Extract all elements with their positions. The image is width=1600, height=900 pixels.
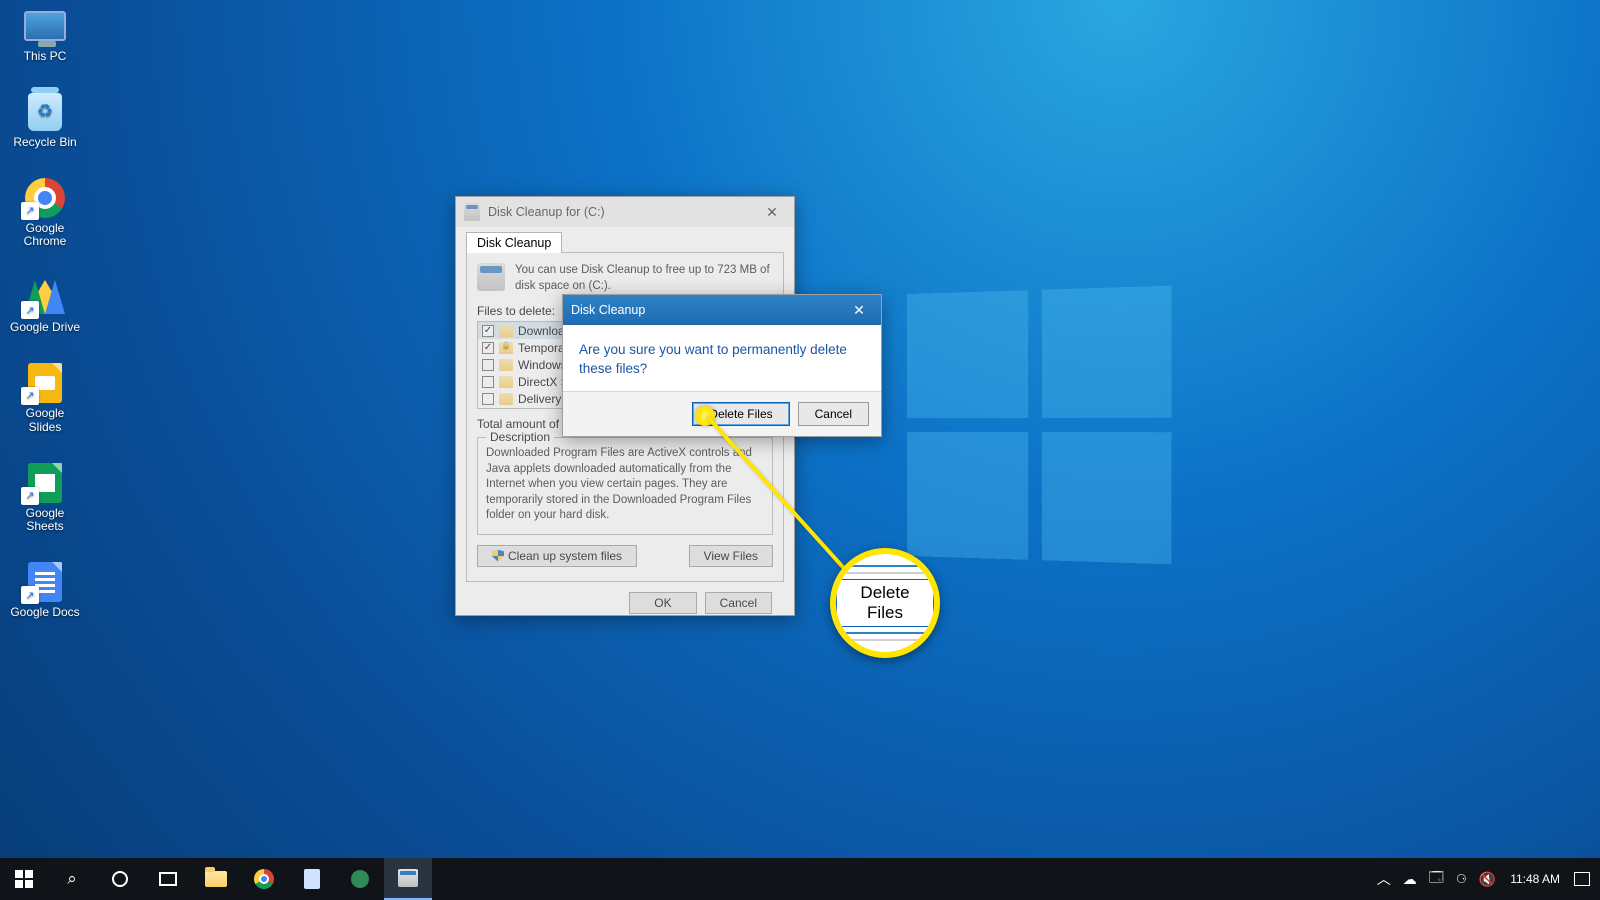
tab-disk-cleanup[interactable]: Disk Cleanup bbox=[466, 232, 562, 253]
info-text: You can use Disk Cleanup to free up to 7… bbox=[515, 263, 773, 294]
checkbox[interactable] bbox=[482, 393, 494, 405]
desktop-icon-label: Google Docs bbox=[8, 606, 82, 620]
description-group: Description Downloaded Program Files are… bbox=[477, 437, 773, 535]
checkbox[interactable]: ✓ bbox=[482, 325, 494, 337]
desktop-icon-gsheets[interactable]: ↗ Google Sheets bbox=[8, 463, 82, 535]
taskbar-clock[interactable]: 11:48 AM bbox=[1510, 872, 1560, 886]
desktop-icon-label: Recycle Bin bbox=[8, 136, 82, 150]
start-button[interactable] bbox=[0, 858, 48, 900]
titlebar[interactable]: Disk Cleanup ✕ bbox=[563, 295, 881, 325]
description-text: Downloaded Program Files are ActiveX con… bbox=[486, 446, 764, 524]
task-view-button[interactable] bbox=[144, 858, 192, 900]
desktop-icon-gdrive[interactable]: ↗ Google Drive bbox=[8, 277, 82, 335]
confirm-delete-dialog: Disk Cleanup ✕ Are you sure you want to … bbox=[562, 294, 882, 437]
windows-logo-wallpaper bbox=[907, 286, 1171, 565]
checkbox[interactable] bbox=[482, 376, 494, 388]
desktop-icon-chrome[interactable]: ↗ Google Chrome bbox=[8, 178, 82, 250]
tray-chevron-up-icon[interactable]: ︿ bbox=[1377, 869, 1391, 889]
network-icon[interactable]: ⚆ bbox=[1456, 872, 1467, 886]
magnified-delete-files-label: Delete Files bbox=[836, 579, 934, 627]
circle-icon bbox=[112, 871, 128, 887]
close-button[interactable]: ✕ bbox=[750, 197, 794, 227]
system-tray[interactable]: ︿ ☁ 🗔 ⚆ 🔇 bbox=[1377, 867, 1496, 891]
cortana-button[interactable] bbox=[96, 858, 144, 900]
close-button[interactable]: ✕ bbox=[837, 295, 881, 325]
desktop-icon-label: Google Sheets bbox=[8, 507, 82, 535]
desktop-icon-label: This PC bbox=[8, 50, 82, 64]
volume-icon[interactable]: 🔇 bbox=[1479, 871, 1496, 888]
callout-magnifier: Delete Files bbox=[830, 548, 940, 658]
shortcut-arrow-icon: ↗ bbox=[21, 586, 39, 604]
shortcut-arrow-icon: ↗ bbox=[21, 487, 39, 505]
cancel-button[interactable]: Cancel bbox=[705, 592, 772, 614]
window-title: Disk Cleanup for (C:) bbox=[488, 205, 605, 219]
shield-icon bbox=[492, 550, 504, 562]
taskbar: ⌕ ︿ ☁ 🗔 ⚆ 🔇 11:48 AM bbox=[0, 858, 1600, 900]
windows-logo-icon bbox=[15, 870, 33, 888]
onedrive-icon[interactable]: ☁ bbox=[1403, 871, 1417, 888]
folder-icon bbox=[499, 376, 513, 388]
desktop-icon-gdocs[interactable]: ↗ Google Docs bbox=[8, 562, 82, 620]
file-explorer-icon bbox=[205, 871, 227, 887]
desktop-icon-label: Google Drive bbox=[8, 321, 82, 335]
folder-icon bbox=[499, 359, 513, 371]
confirm-message: Are you sure you want to permanently del… bbox=[563, 325, 881, 391]
disk-cleanup-icon bbox=[464, 204, 480, 220]
action-center-button[interactable] bbox=[1574, 872, 1590, 886]
pc-icon bbox=[24, 11, 66, 41]
desktop-icons: This PC ♻ Recycle Bin ↗ Google Chrome ↗ … bbox=[8, 6, 88, 648]
taskbar-app-generic[interactable] bbox=[336, 858, 384, 900]
taskbar-app-notepad[interactable] bbox=[288, 858, 336, 900]
view-files-button[interactable]: View Files bbox=[689, 545, 773, 567]
recycle-bin-icon: ♻ bbox=[28, 93, 62, 131]
folder-icon bbox=[499, 325, 513, 337]
disk-cleanup-icon bbox=[398, 869, 418, 887]
clean-system-files-button[interactable]: Clean up system files bbox=[477, 545, 637, 567]
window-title: Disk Cleanup bbox=[571, 303, 645, 317]
shortcut-arrow-icon: ↗ bbox=[21, 387, 39, 405]
shortcut-arrow-icon: ↗ bbox=[21, 202, 39, 220]
notepad-icon bbox=[304, 869, 320, 889]
cancel-button[interactable]: Cancel bbox=[798, 402, 869, 426]
chrome-icon bbox=[254, 869, 274, 889]
desktop-icon-recycle-bin[interactable]: ♻ Recycle Bin bbox=[8, 92, 82, 150]
app-icon bbox=[351, 870, 369, 888]
checkbox[interactable]: ✓ bbox=[482, 342, 494, 354]
titlebar[interactable]: Disk Cleanup for (C:) ✕ bbox=[456, 197, 794, 227]
desktop-icon-label: Google Chrome bbox=[8, 222, 82, 250]
taskbar-app-chrome[interactable] bbox=[240, 858, 288, 900]
ok-button[interactable]: OK bbox=[629, 592, 696, 614]
drive-icon bbox=[477, 263, 505, 291]
battery-icon[interactable]: 🗔 bbox=[1429, 867, 1444, 891]
folder-icon bbox=[499, 393, 513, 405]
desktop-icon-label: Google Slides bbox=[8, 407, 82, 435]
shortcut-arrow-icon: ↗ bbox=[21, 301, 39, 319]
folder-locked-icon bbox=[499, 342, 513, 354]
desktop-icon-gslides[interactable]: ↗ Google Slides bbox=[8, 363, 82, 435]
taskbar-app-disk-cleanup[interactable] bbox=[384, 858, 432, 900]
checkbox[interactable] bbox=[482, 359, 494, 371]
task-view-icon bbox=[159, 872, 177, 886]
taskbar-app-explorer[interactable] bbox=[192, 858, 240, 900]
search-button[interactable]: ⌕ bbox=[48, 858, 96, 900]
description-legend: Description bbox=[486, 430, 554, 444]
desktop-icon-this-pc[interactable]: This PC bbox=[8, 6, 82, 64]
desktop-background[interactable]: This PC ♻ Recycle Bin ↗ Google Chrome ↗ … bbox=[0, 0, 1600, 900]
search-icon: ⌕ bbox=[67, 869, 77, 889]
